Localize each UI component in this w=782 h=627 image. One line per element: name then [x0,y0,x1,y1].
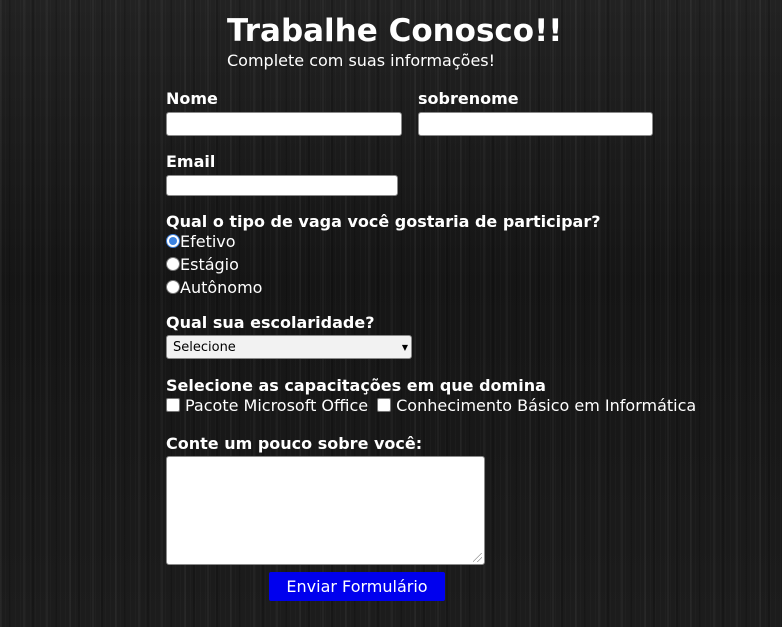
radio-estagio[interactable] [166,257,180,271]
checkbox-label-informatica: Conhecimento Básico em Informática [396,395,697,415]
submit-button[interactable]: Enviar Formulário [269,572,445,601]
email-label: Email [166,152,216,171]
about-textarea[interactable] [166,456,485,565]
education-select[interactable]: Selecione ▼ [166,335,412,359]
radio-option-estagio[interactable]: Estágio [166,254,239,274]
checkbox-label-office: Pacote Microsoft Office [185,395,369,415]
surname-label: sobrenome [418,89,519,108]
skills-options-row: Pacote Microsoft Office Conhecimento Bás… [166,395,696,415]
radio-option-autonomo[interactable]: Autônomo [166,277,262,297]
chevron-down-icon: ▼ [401,343,408,352]
radio-autonomo[interactable] [166,280,180,294]
radio-label-estagio: Estágio [180,254,239,274]
name-field[interactable] [166,112,402,136]
radio-efetivo[interactable] [166,234,180,248]
resize-grip-icon[interactable] [473,553,482,562]
email-field[interactable] [166,175,398,196]
about-label: Conte um pouco sobre você: [166,434,423,453]
checkbox-informatica[interactable] [377,398,392,412]
education-selected-value: Selecione [173,339,236,355]
page-subtitle: Complete com suas informações! [227,51,496,70]
education-question: Qual sua escolaridade? [166,313,375,332]
surname-field[interactable] [418,112,653,136]
checkbox-office[interactable] [166,398,180,412]
job-type-question: Qual o tipo de vaga você gostaria de par… [166,212,601,231]
radio-label-efetivo: Efetivo [180,231,236,251]
radio-label-autonomo: Autônomo [180,277,263,297]
page-title: Trabalhe Conosco!! [227,13,563,49]
skills-question: Selecione as capacitações em que domina [166,376,546,395]
name-label: Nome [166,89,218,108]
radio-option-efetivo[interactable]: Efetivo [166,231,236,251]
